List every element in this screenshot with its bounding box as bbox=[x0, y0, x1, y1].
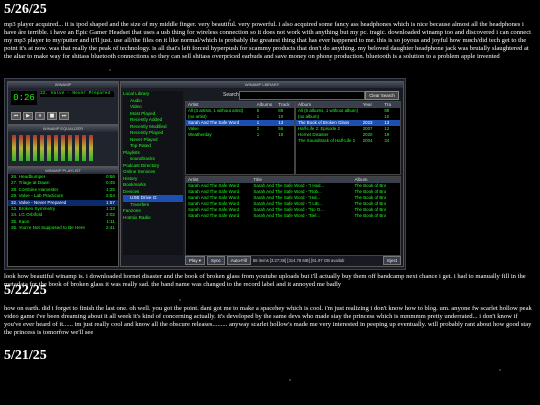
table-cell: The Soundtrack of Half-Life 2 bbox=[298, 138, 356, 143]
transport-controls: ⏮ ▶ ⏸ ■ ⏭ bbox=[11, 112, 69, 120]
playlist-item[interactable]: 36. You're Not Supposed to Be Here 2:41 bbox=[8, 225, 118, 231]
table-cell: 19 bbox=[278, 132, 284, 137]
winamp-library: WINAMP LIBRARY Local Library Audio Video Mo… bbox=[120, 81, 404, 267]
previous-button[interactable]: ⏮ bbox=[11, 112, 21, 120]
sync-button[interactable]: Sync bbox=[206, 255, 225, 265]
winamp-main-window: WINAMP 0:26 32. Valve - Never Prepared *… bbox=[7, 81, 119, 125]
table-row[interactable]: Weatherday 1 19 bbox=[186, 132, 294, 138]
winamp-playlist: WINAMP PLAYLIST 26. Headbumper 0:56 27. Tr… bbox=[7, 167, 119, 267]
table-cell: 2004 bbox=[362, 138, 373, 143]
table-row[interactable]: The Soundtrack of Half-Life 2 2004 34 bbox=[296, 138, 400, 144]
track-name: 36. You're Not Supposed to Be Here bbox=[11, 225, 85, 231]
table-cell: Weatherday bbox=[188, 132, 212, 137]
table-cell: The Book of Bro bbox=[354, 213, 387, 218]
search-label: Search: bbox=[223, 92, 241, 98]
entry-text: mp3 player acquired... it is ipod shaped… bbox=[4, 21, 531, 60]
tree-item[interactable]: Hotmix Radio bbox=[123, 215, 183, 222]
library-tree: Local Library Audio Video Most Played Recent… bbox=[123, 91, 183, 255]
table-cell: Sarah And The Safe Word bbox=[188, 213, 240, 218]
song-ticker: 32. Valve - Never Prepared *** 1:57 *** bbox=[40, 91, 114, 97]
entry-date: 5/22/25 bbox=[4, 283, 47, 298]
winamp-equalizer: WINAMP EQUALIZER bbox=[7, 125, 119, 167]
entry-text: look how beautiful winamp is. i download… bbox=[4, 273, 526, 288]
entry-date: 5/26/25 bbox=[4, 2, 47, 17]
eq-titlebar: WINAMP EQUALIZER bbox=[8, 126, 118, 132]
album-table: Album Year Tra All (5 albums, 1 without alb… bbox=[295, 101, 401, 175]
next-button[interactable]: ⏭ bbox=[59, 112, 69, 120]
track-duration: 2:41 bbox=[106, 225, 115, 231]
clear-search-button[interactable]: Clear Search bbox=[365, 91, 399, 100]
table-cell: 1 bbox=[256, 132, 260, 137]
entry-text: how on earth. did i forget to finish the… bbox=[4, 305, 532, 336]
winamp-screenshot: WINAMP 0:26 32. Valve - Never Prepared *… bbox=[4, 78, 406, 270]
artist-table: Artist Albums Track All (3 artists, 1 witho… bbox=[185, 101, 295, 175]
main-titlebar: WINAMP bbox=[8, 82, 118, 88]
autofill-button[interactable]: Auto-Fill bbox=[226, 255, 251, 265]
play-dropdown-button[interactable]: Play ▾ bbox=[185, 255, 205, 265]
table-row[interactable]: Sarah And The Safe Word Sarah And The Saf… bbox=[186, 213, 400, 219]
library-titlebar: WINAMP LIBRARY bbox=[121, 82, 403, 88]
entry-date: 5/21/25 bbox=[4, 348, 47, 363]
table-cell: Sarah And The Safe Word - "Bel... bbox=[253, 213, 320, 218]
time-display: 0:26 bbox=[11, 91, 37, 105]
play-button[interactable]: ▶ bbox=[23, 112, 33, 120]
stop-button[interactable]: ■ bbox=[47, 112, 57, 120]
eq-sliders[interactable] bbox=[12, 135, 93, 161]
track-table: Artist Title Album Sarah And The Safe Word S… bbox=[185, 176, 401, 256]
pause-button[interactable]: ⏸ bbox=[35, 112, 45, 120]
table-cell: 34 bbox=[384, 138, 390, 143]
eject-button[interactable]: Eject bbox=[383, 255, 401, 265]
status-text: 88 items [3:27:38] [314.78 MB] [61.97 GB… bbox=[252, 257, 345, 263]
search-input[interactable] bbox=[239, 91, 365, 100]
library-bottom-bar: Play ▾ Sync Auto-Fill 88 items [3:27:38]… bbox=[185, 255, 401, 265]
